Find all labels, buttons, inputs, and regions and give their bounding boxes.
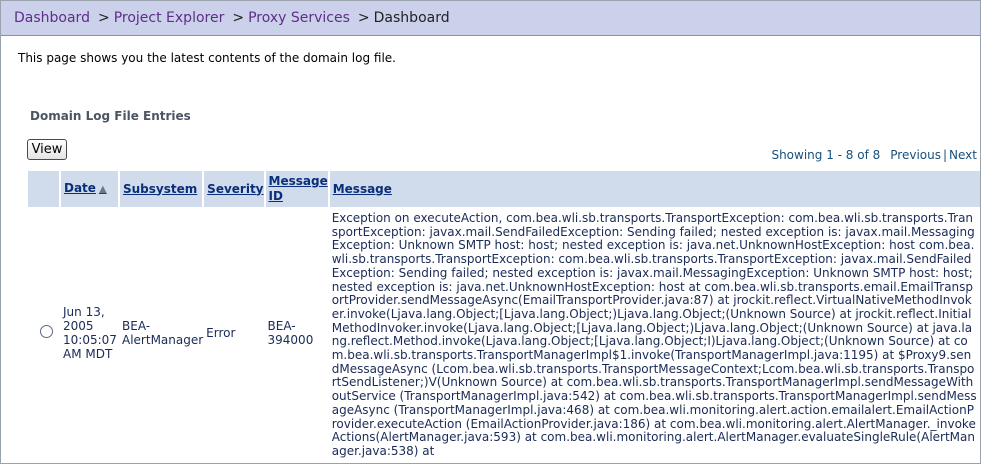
breadcrumb-link-dashboard[interactable]: Dashboard: [14, 10, 90, 26]
page-description: This page shows you the latest contents …: [18, 51, 396, 65]
breadcrumb-separator: >: [232, 10, 245, 26]
column-header-severity[interactable]: Severity: [203, 171, 266, 207]
table-header-row: Date ▲ Subsystem Severity Message ID Mess…: [28, 171, 980, 207]
column-header-date[interactable]: Date ▲: [60, 171, 120, 207]
pagination: Showing 1 - 8 of 8 Previous | Next: [771, 148, 977, 162]
column-header-date-label[interactable]: Date: [64, 181, 96, 195]
select-column-header: [28, 171, 61, 207]
column-header-message[interactable]: Message: [328, 171, 980, 207]
column-header-message-id[interactable]: Message ID: [264, 171, 330, 207]
message-id-cell: BEA-394000: [267, 318, 314, 347]
sort-ascending-icon[interactable]: ▲: [99, 184, 107, 195]
column-header-subsystem[interactable]: Subsystem: [119, 171, 205, 207]
breadcrumb-link-proxy-services[interactable]: Proxy Services: [248, 10, 350, 26]
breadcrumb-separator: >: [357, 10, 370, 26]
severity-cell: Error: [206, 325, 236, 340]
next-link[interactable]: Next: [949, 148, 977, 162]
row-select-cell: [28, 207, 60, 459]
previous-link[interactable]: Previous: [890, 148, 941, 162]
breadcrumb-separator: >: [97, 10, 110, 26]
page-frame: Dashboard > Project Explorer > Proxy Service…: [0, 0, 981, 464]
table-row: Jun 13, 2005 10:05:07 AM MDT BEA-AlertMa…: [28, 207, 980, 459]
section-title: Domain Log File Entries: [30, 109, 191, 123]
log-table: Date ▲ Subsystem Severity Message ID Mess…: [28, 171, 980, 459]
message-cell: Exception on executeAction, com.bea.wli.…: [331, 211, 977, 458]
view-button[interactable]: View: [27, 139, 67, 160]
row-select-radio[interactable]: [40, 324, 53, 338]
date-cell: Jun 13, 2005 10:05:07 AM MDT: [63, 304, 117, 361]
breadcrumb-link-project-explorer[interactable]: Project Explorer: [114, 10, 225, 26]
subsystem-cell: BEA-AlertManager: [122, 318, 204, 347]
pagination-status: Showing 1 - 8 of 8: [771, 148, 881, 162]
pager-divider: |: [942, 148, 948, 162]
breadcrumb-current: Dashboard: [373, 10, 450, 26]
breadcrumb: Dashboard > Project Explorer > Proxy Service…: [1, 1, 980, 36]
